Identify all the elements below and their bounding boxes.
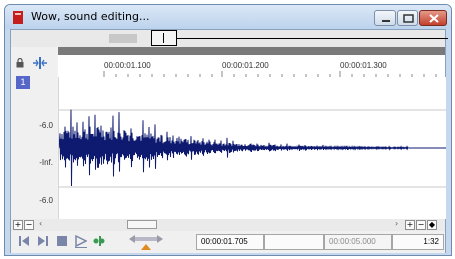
level-label-top: -6.0 <box>39 121 53 130</box>
go-to-start-icon[interactable] <box>19 235 29 247</box>
play-icon[interactable] <box>75 235 87 248</box>
horizontal-scrollbar[interactable]: + − ‹ › + − ◆ <box>11 219 445 231</box>
app-window: Wow, sound editing... 1 -6.0 -Inf. -6.0 … <box>4 4 452 256</box>
lock-icon[interactable] <box>16 58 24 68</box>
scroll-thumb[interactable] <box>127 220 157 229</box>
app-icon <box>13 11 23 24</box>
length-time-display: 00:00:05.000 <box>324 234 392 250</box>
zoom-level-display: 1:32 <box>392 234 444 250</box>
cursor-callout <box>151 30 177 46</box>
level-label-center: -Inf. <box>39 158 53 167</box>
window-title: Wow, sound editing... <box>31 10 150 23</box>
scroll-left-arrow-icon[interactable]: ‹ <box>39 219 42 228</box>
ruler-selection-bar[interactable] <box>58 47 445 55</box>
track-header: 1 -6.0 -Inf. -6.0 <box>11 47 57 219</box>
go-to-end-icon[interactable] <box>38 235 48 247</box>
ruler-label-3: 00:00:01.300 <box>340 61 387 70</box>
level-label-bottom: -6.0 <box>39 196 53 205</box>
track-number-badge[interactable]: 1 <box>16 76 30 89</box>
ruler-label-1: 00:00:01.100 <box>104 61 151 70</box>
zoom-fit-button[interactable]: ◆ <box>427 220 437 230</box>
title-bar[interactable]: Wow, sound editing... <box>5 5 451 29</box>
snap-icon[interactable] <box>33 57 47 69</box>
cursor-time-display[interactable]: 00:00:01.705 <box>196 234 264 250</box>
minimize-button[interactable] <box>374 10 396 26</box>
waveform-area[interactable] <box>58 77 446 219</box>
ruler-label-2: 00:00:01.200 <box>222 61 269 70</box>
selection-start-display[interactable] <box>264 234 324 250</box>
time-ruler[interactable]: 00:00:01.100 00:00:01.200 00:00:01.300 <box>58 55 445 77</box>
stop-icon[interactable] <box>57 235 67 247</box>
cursor-marker <box>163 33 164 43</box>
callout-line <box>176 38 448 39</box>
zoom-out-horizontal-button[interactable]: − <box>416 220 426 230</box>
transport-bar: 00:00:01.705 00:00:05.000 1:32 <box>11 231 445 253</box>
zoom-out-vertical-button[interactable]: − <box>24 220 34 230</box>
editor-client-area: 1 -6.0 -Inf. -6.0 00:00:01.100 00:00:01.… <box>10 29 448 253</box>
waveform <box>58 109 446 188</box>
scrub-icon[interactable] <box>127 233 165 251</box>
maximize-button[interactable] <box>397 10 418 26</box>
close-button[interactable] <box>419 10 447 26</box>
loop-icon[interactable] <box>93 235 107 247</box>
zoom-in-vertical-button[interactable]: + <box>13 220 23 230</box>
zoom-in-horizontal-button[interactable]: + <box>405 220 415 230</box>
scroll-right-arrow-icon[interactable]: › <box>395 219 398 228</box>
overview-thumb[interactable] <box>109 34 137 43</box>
